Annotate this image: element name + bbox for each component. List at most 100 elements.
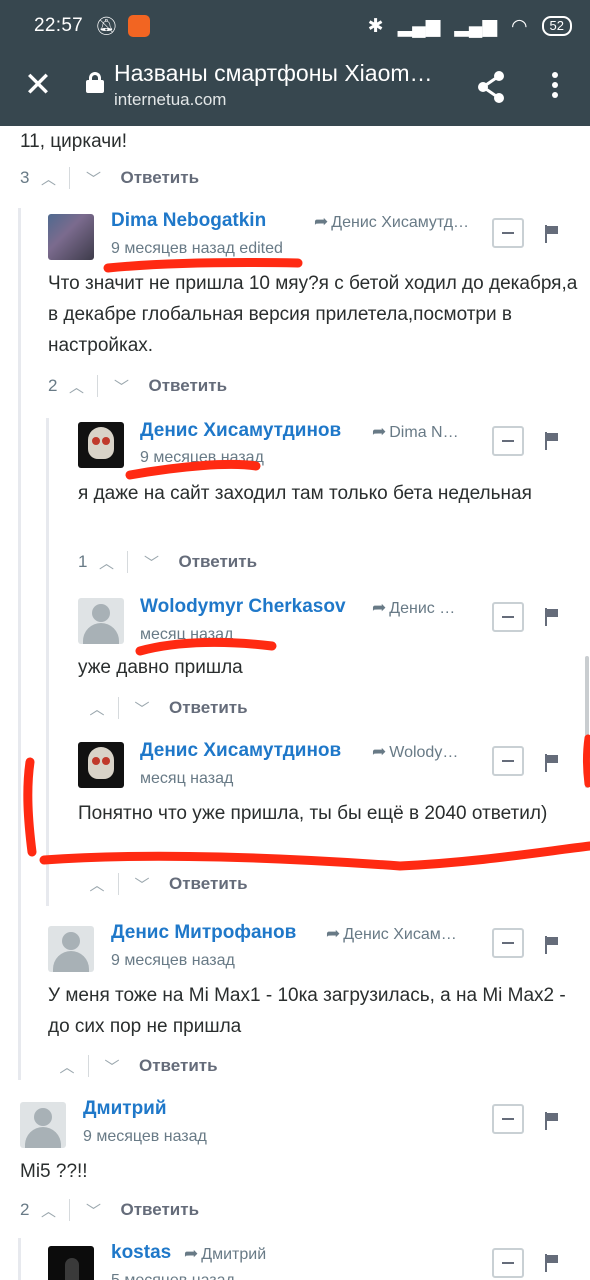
collapse-button[interactable]: [492, 1104, 524, 1134]
reply-button[interactable]: Ответить: [120, 168, 199, 188]
reply-to[interactable]: ➦ Дмитрий: [184, 1244, 324, 1264]
wifi-icon: ◠: [510, 15, 528, 37]
more-vert-icon[interactable]: [548, 68, 562, 108]
page-url: internetua.com: [114, 90, 227, 109]
chevron-down-icon[interactable]: ﹀: [82, 1200, 104, 1221]
chevron-up-icon[interactable]: ︿: [95, 552, 117, 573]
reply-arrow-icon: ➦: [372, 422, 387, 441]
flag-icon[interactable]: [543, 754, 559, 772]
avatar[interactable]: [78, 598, 124, 644]
chevron-down-icon[interactable]: ﹀: [131, 698, 153, 719]
comment-author[interactable]: Wolodymyr Cherkasov: [140, 596, 346, 618]
collapse-button[interactable]: [492, 746, 524, 776]
vote-count: 3: [20, 168, 30, 187]
avatar[interactable]: [78, 742, 124, 788]
flag-icon[interactable]: [543, 1254, 559, 1272]
comment-text: Mi5 ??!!: [20, 1161, 88, 1182]
vote-bar: 2 ︿ ﹀ Ответить: [20, 1198, 199, 1222]
reply-to[interactable]: ➦ Dima N…: [372, 422, 484, 442]
flag-icon[interactable]: [543, 1112, 559, 1130]
close-icon[interactable]: ✕: [20, 68, 56, 104]
chevron-down-icon[interactable]: ﹀: [82, 168, 104, 189]
comment-text: уже давно пришла: [78, 657, 243, 678]
flag-icon[interactable]: [543, 936, 559, 954]
reply-button[interactable]: Ответить: [169, 874, 248, 894]
comment-author[interactable]: Денис Митрофанов: [111, 922, 296, 944]
flag-icon[interactable]: [543, 432, 559, 450]
chevron-up-icon[interactable]: ︿: [86, 874, 108, 895]
reply-to-name: Дмитрий: [201, 1246, 267, 1263]
comment-time[interactable]: 9 месяцев назад: [111, 952, 235, 970]
reply-to[interactable]: ➦ Денис …: [372, 598, 484, 618]
comment-time[interactable]: 9 месяцев назад edited: [111, 240, 283, 258]
collapse-button[interactable]: [492, 426, 524, 456]
flag-icon[interactable]: [543, 608, 559, 626]
signal-icon-2: ▂▄▆: [454, 15, 497, 37]
page-title: Названы смартфоны Xiaom…: [114, 60, 433, 86]
reply-button[interactable]: Ответить: [139, 1056, 218, 1076]
comment-author[interactable]: Dima Nebogatkin: [111, 210, 266, 232]
avatar[interactable]: [48, 1246, 94, 1280]
reply-button[interactable]: Ответить: [178, 552, 257, 572]
chevron-down-icon[interactable]: ﹀: [101, 1056, 123, 1077]
chevron-up-icon[interactable]: ︿: [56, 1056, 78, 1077]
reply-to-name: Денис …: [389, 600, 456, 617]
comment-author[interactable]: kostas: [111, 1242, 171, 1264]
reply-to[interactable]: ➦ Wolody…: [372, 742, 484, 762]
comments-section: 11, циркачи! 3 ︿ ﹀ Ответить Dima Nebogat…: [0, 126, 590, 1280]
chevron-down-icon[interactable]: ﹀: [131, 874, 153, 895]
chevron-down-icon[interactable]: ﹀: [140, 552, 162, 573]
vote-bar: 1 ︿ ﹀ Ответить: [78, 550, 257, 574]
reply-to[interactable]: ➦ Денис Хисамутд…: [314, 212, 484, 232]
comment-time[interactable]: месяц назад: [140, 770, 233, 788]
reply-button[interactable]: Ответить: [120, 1200, 199, 1220]
chevron-up-icon[interactable]: ︿: [37, 168, 59, 189]
avatar[interactable]: [48, 926, 94, 972]
reply-arrow-icon: ➦: [184, 1244, 199, 1263]
comment-author[interactable]: Денис Хисамутдинов: [140, 740, 341, 762]
status-icons: ✱ ▂▄▆ ▂▄▆ ◠ 52: [368, 15, 572, 38]
thread-line: [18, 1238, 21, 1280]
comment-author[interactable]: Дмитрий: [83, 1098, 167, 1120]
comment-time[interactable]: 9 месяцев назад: [140, 449, 264, 467]
avatar[interactable]: [78, 422, 124, 468]
comment-text: Что значит не пришла 10 мяу?я с бетой хо…: [48, 273, 578, 356]
reply-to-name: Денис Хисам…: [343, 926, 457, 943]
thread-line: [18, 208, 21, 1080]
reply-button[interactable]: Ответить: [148, 376, 227, 396]
chevron-down-icon[interactable]: ﹀: [110, 376, 132, 397]
reply-to[interactable]: ➦ Денис Хисам…: [326, 924, 484, 944]
collapse-button[interactable]: [492, 1248, 524, 1278]
battery-indicator: 52: [541, 16, 572, 36]
comment-time[interactable]: 9 месяцев назад: [83, 1128, 207, 1146]
comment-time[interactable]: 5 месяцев назад: [111, 1272, 235, 1280]
status-time: 22:57: [34, 15, 84, 36]
comment-text: 11, циркачи!: [20, 131, 128, 152]
share-icon[interactable]: [476, 70, 506, 104]
chevron-up-icon[interactable]: ︿: [37, 1200, 59, 1221]
comment-author[interactable]: Денис Хисамутдинов: [140, 420, 341, 442]
vote-count: 1: [78, 552, 88, 571]
scrollbar-thumb[interactable]: [585, 656, 589, 788]
chevron-up-icon[interactable]: ︿: [65, 376, 87, 397]
vote-count: 2: [48, 376, 58, 395]
lock-icon: [86, 72, 104, 93]
signal-icon-1: ▂▄▆: [397, 15, 441, 37]
alarm-off-icon: 🔕︎: [95, 16, 118, 36]
browser-toolbar: ✕ Названы смартфоны Xiaom… internetua.co…: [0, 52, 590, 126]
vote-count: 2: [20, 1200, 30, 1219]
collapse-button[interactable]: [492, 218, 524, 248]
vote-bar: ︿ ﹀ Ответить: [78, 696, 248, 720]
chevron-up-icon[interactable]: ︿: [86, 698, 108, 719]
comment-text: У меня тоже на Mi Max1 - 10ка загрузилас…: [48, 985, 566, 1037]
collapse-button[interactable]: [492, 928, 524, 958]
comment-time[interactable]: месяц назад: [140, 626, 233, 644]
collapse-button[interactable]: [492, 602, 524, 632]
comment-text: я даже на сайт заходил там только бета н…: [78, 483, 532, 504]
avatar[interactable]: [48, 214, 94, 260]
flag-icon[interactable]: [543, 225, 559, 243]
app-notification-icon: [127, 15, 150, 37]
avatar[interactable]: [20, 1102, 66, 1148]
reply-button[interactable]: Ответить: [169, 698, 248, 718]
reply-arrow-icon: ➦: [372, 598, 387, 617]
